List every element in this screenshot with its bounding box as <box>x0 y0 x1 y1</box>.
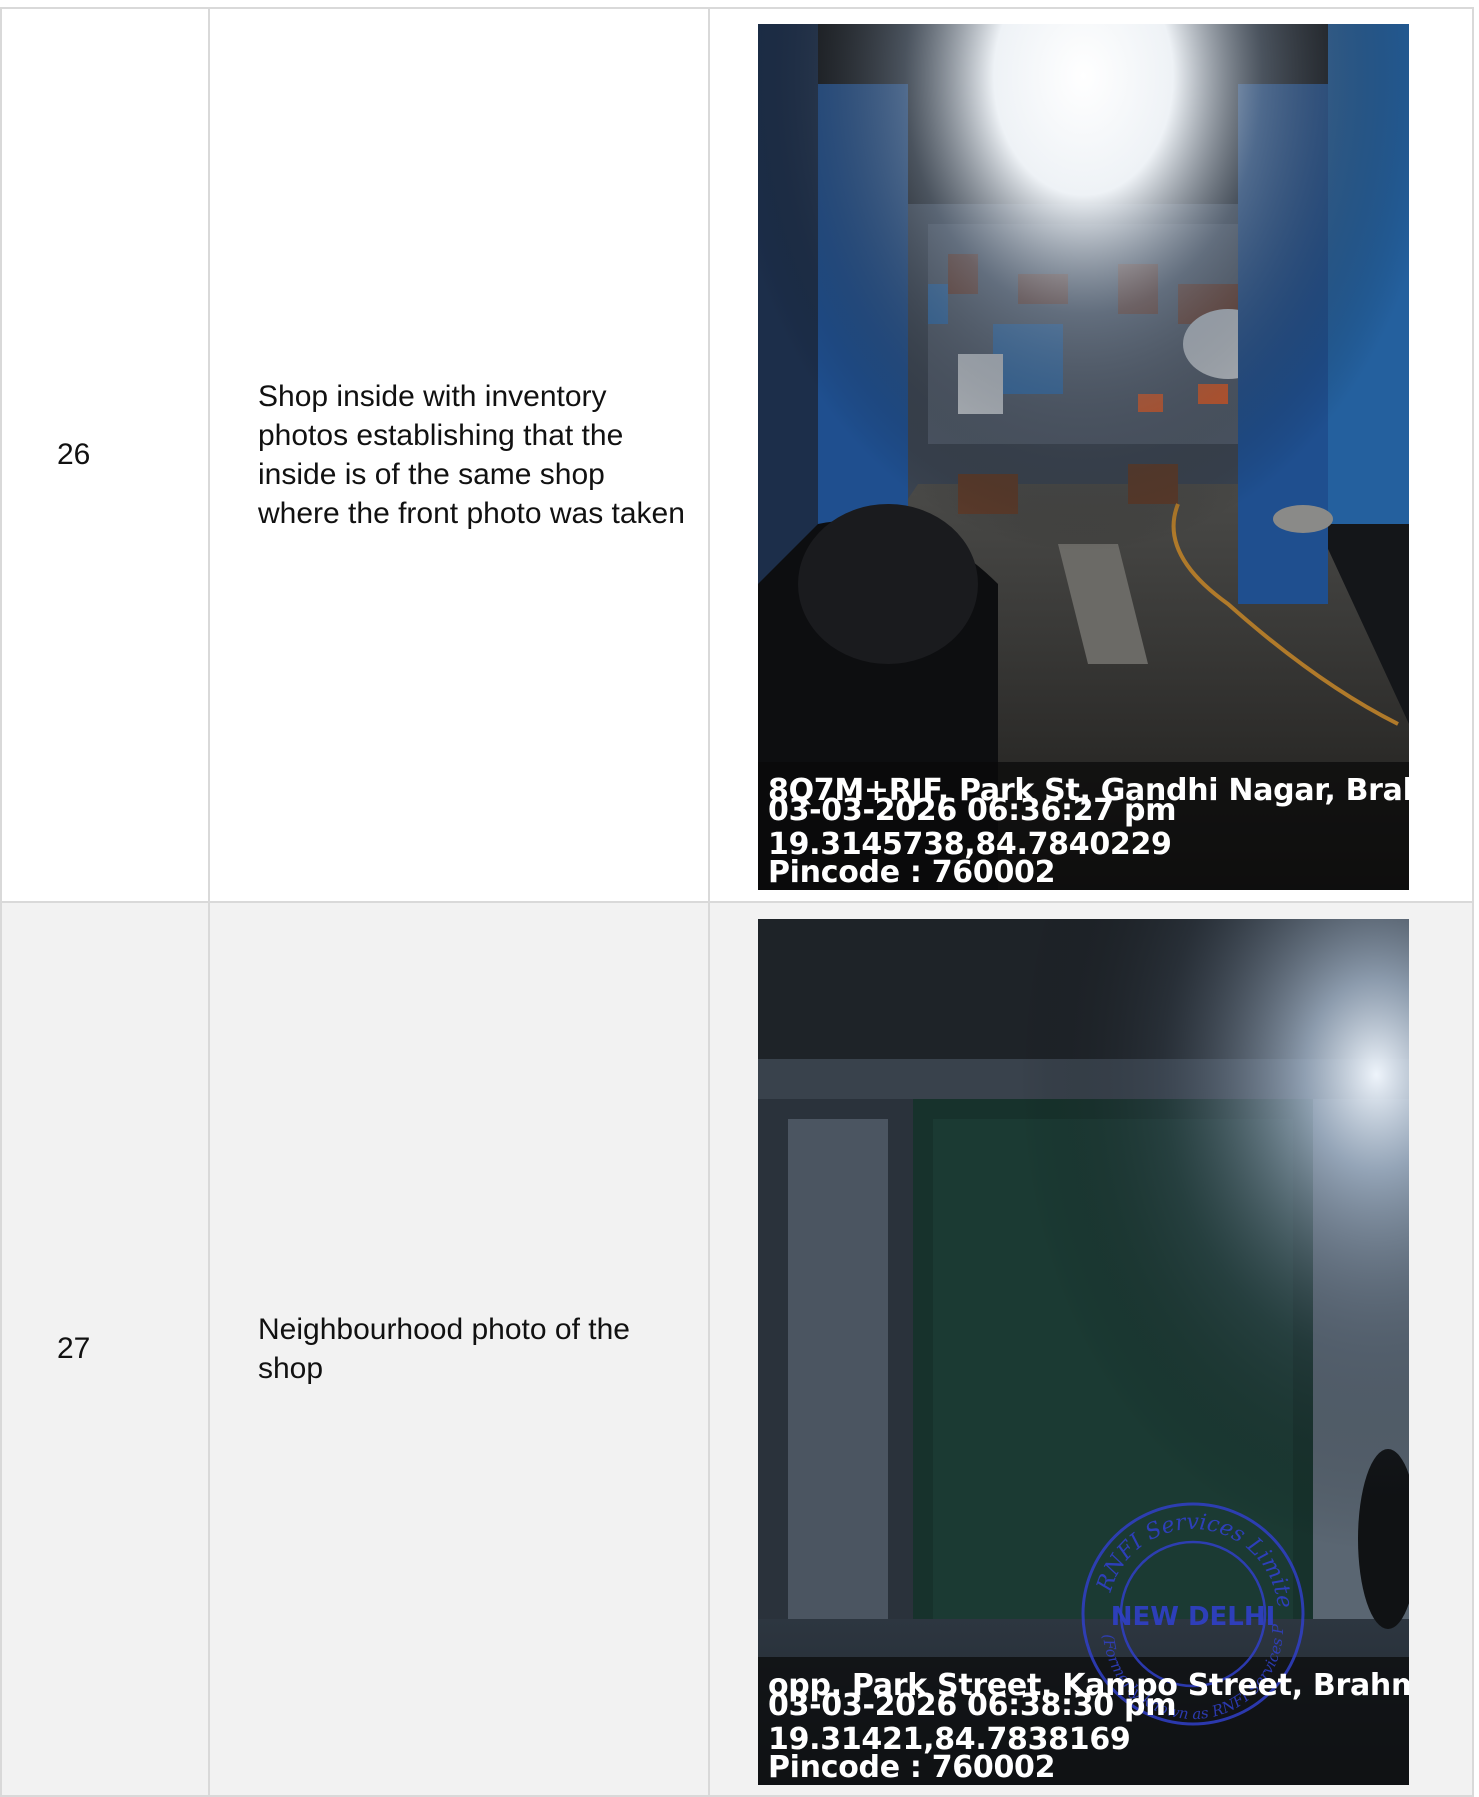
geotag-pincode: Pincode : 760002 <box>768 1750 1056 1785</box>
svg-text:NEW DELHI: NEW DELHI <box>1111 1602 1276 1632</box>
photo-description: Shop inside with inventory photos establ… <box>208 7 710 903</box>
table-row: 27 Neighbourhood photo of the shop RNFI … <box>0 901 1474 1797</box>
shop-inside-photo: 8Q7M+RJF, Park St, Gandhi Nagar, Brahmap… <box>758 24 1409 890</box>
svg-text:RNFI Services Limited: RNFI Services Limited <box>1078 1499 1297 1610</box>
photo-cell: 8Q7M+RJF, Park St, Gandhi Nagar, Brahmap… <box>708 7 1474 903</box>
report-table: 26 Shop inside with inventory photos est… <box>0 7 1474 1797</box>
geotag-datetime: 03-03-2026 06:36:27 pm <box>768 793 1177 828</box>
neighbourhood-photo: RNFI Services Limited (Formerly known as… <box>758 919 1409 1785</box>
serial-number: 26 <box>0 7 210 903</box>
serial-number: 27 <box>0 901 210 1797</box>
shop-inside-image <box>758 24 1409 890</box>
table-row: 26 Shop inside with inventory photos est… <box>0 7 1474 903</box>
photo-cell: RNFI Services Limited (Formerly known as… <box>708 901 1474 1797</box>
geotag-datetime: 03-03-2026 06:38:30 pm <box>768 1688 1177 1723</box>
geotag-pincode: Pincode : 760002 <box>768 855 1056 890</box>
photo-description: Neighbourhood photo of the shop <box>208 901 710 1797</box>
